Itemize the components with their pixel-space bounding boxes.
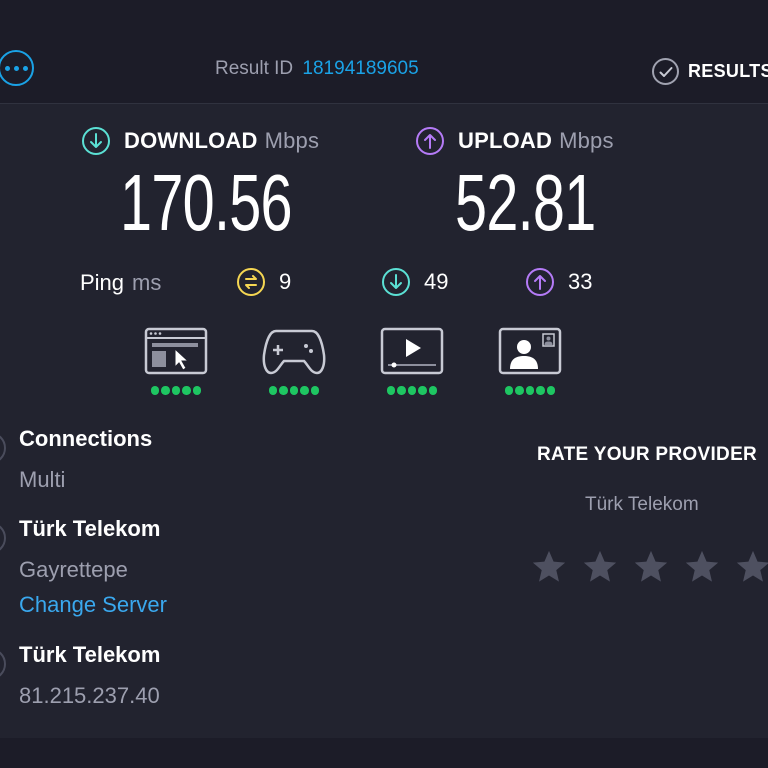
isp-ip-address: 81.215.237.40 [19, 683, 160, 708]
ping-idle-value: 9 [279, 269, 292, 294]
more-options-icon[interactable] [0, 50, 34, 86]
video-chat-icon [498, 327, 562, 375]
gaming-icon [262, 329, 326, 375]
ping-row: Ping ms 9 49 33 [0, 268, 768, 298]
server-location: Gayrettepe [19, 557, 128, 582]
check-icon [652, 58, 679, 85]
video-streaming-rating[interactable] [380, 327, 444, 395]
video-streaming-icon [380, 327, 444, 375]
results-label: RESULTS [688, 61, 768, 81]
star-icon[interactable] [530, 548, 568, 586]
star-icon[interactable] [683, 548, 721, 586]
star-rating [530, 548, 768, 586]
upload-arrow-icon [416, 127, 444, 155]
download-heading: DOWNLOAD Mbps [82, 127, 319, 155]
upload-unit: Mbps [559, 128, 614, 153]
server-name: Türk Telekom [19, 516, 161, 541]
top-bar: Result ID 18194189605 RESULTS [0, 0, 768, 104]
star-icon[interactable] [581, 548, 619, 586]
ping-download-icon [382, 268, 410, 296]
ping-heading: Ping ms [80, 270, 161, 296]
web-browsing-dots [144, 386, 208, 395]
download-speed: 170.56 [120, 158, 293, 247]
video-chat-rating[interactable] [498, 327, 562, 395]
server-icon [0, 522, 6, 554]
result-id: Result ID 18194189605 [215, 58, 419, 80]
gaming-dots [262, 386, 326, 395]
download-arrow-icon [82, 127, 110, 155]
isp-name: Türk Telekom [19, 642, 161, 667]
upload-heading: UPLOAD Mbps [416, 127, 614, 155]
star-icon[interactable] [632, 548, 670, 586]
result-id-label: Result ID [215, 58, 294, 79]
ping-download-value: 49 [424, 269, 449, 294]
ping-download: 49 [382, 268, 448, 296]
isp-icon [0, 648, 6, 680]
ping-upload: 33 [526, 268, 592, 296]
ping-upload-icon [526, 268, 554, 296]
ping-idle: 9 [237, 268, 291, 296]
upload-label: UPLOAD [458, 128, 553, 153]
ping-upload-value: 33 [568, 269, 593, 294]
gaming-rating[interactable] [262, 327, 326, 395]
upload-speed: 52.81 [455, 158, 596, 247]
web-browsing-rating[interactable] [144, 327, 208, 395]
results-button[interactable]: RESULTS [652, 58, 768, 85]
star-icon[interactable] [734, 548, 768, 586]
connections-title: Connections [19, 426, 153, 451]
video-chat-dots [498, 386, 562, 395]
ping-idle-icon [237, 268, 265, 296]
video-streaming-dots [380, 386, 444, 395]
bottom-bar [0, 738, 768, 768]
connections-icon [0, 432, 6, 464]
download-label: DOWNLOAD [124, 128, 258, 153]
ping-label: Ping [80, 270, 125, 295]
web-browsing-icon [144, 327, 208, 375]
connections-value: Multi [19, 467, 66, 492]
rate-provider-name: Türk Telekom [585, 494, 699, 515]
change-server-link[interactable]: Change Server [19, 592, 167, 618]
ping-unit: ms [132, 270, 162, 295]
result-id-value[interactable]: 18194189605 [302, 58, 418, 79]
download-unit: Mbps [264, 128, 320, 153]
rate-provider-title: RATE YOUR PROVIDER [537, 444, 758, 465]
